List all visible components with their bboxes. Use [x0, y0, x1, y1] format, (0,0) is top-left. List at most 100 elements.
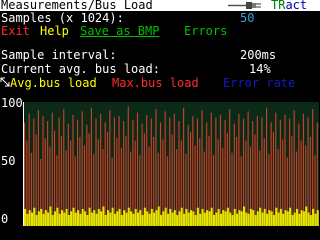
avg-load-bar — [33, 207, 36, 226]
save-as-bmp-button[interactable]: Save as BMP — [80, 25, 159, 38]
avg-load-bar — [192, 211, 195, 226]
max-load-bar — [270, 122, 272, 226]
avg-load-bar — [67, 215, 70, 226]
avg-load-bar — [44, 210, 47, 226]
avg-load-bar — [229, 212, 232, 226]
avg-load-bar — [208, 211, 211, 226]
avg-load-bar — [298, 213, 301, 226]
max-load-bar — [86, 124, 88, 226]
max-load-bar — [67, 123, 69, 226]
avg-load-bar — [245, 212, 248, 226]
avg-load-bar — [206, 210, 209, 226]
avg-load-bar — [185, 208, 188, 226]
avg-load-bar — [219, 213, 222, 226]
avg-load-bar — [194, 215, 197, 226]
sample-interval-value[interactable]: 200ms — [240, 49, 276, 62]
avg-load-bar — [201, 208, 204, 226]
current-load-label: Current avg. bus load: — [1, 62, 160, 76]
avg-load-bar — [183, 213, 186, 226]
sample-interval-label: Sample interval: — [1, 48, 117, 62]
avg-load-bar — [134, 208, 137, 226]
chart-plot — [23, 102, 319, 226]
max-load-bar — [224, 119, 226, 226]
avg-load-bar — [263, 208, 266, 226]
max-load-bar — [173, 113, 175, 226]
max-load-bar — [298, 123, 300, 226]
avg-load-bar — [109, 212, 112, 226]
bus-load-chart: 100 50 0 — [0, 92, 320, 240]
avg-load-bar — [309, 215, 312, 226]
max-load-bar — [171, 134, 173, 226]
legend-error-rate[interactable]: Error rate — [223, 77, 295, 90]
max-load-bar — [113, 117, 116, 226]
max-load-bar — [109, 110, 111, 226]
help-button[interactable]: Help — [40, 25, 69, 38]
avg-load-bar — [49, 206, 52, 226]
avg-load-bar — [222, 210, 225, 226]
avg-load-bar — [97, 208, 100, 226]
samples-value[interactable]: 50 — [240, 12, 254, 25]
max-load-bar — [146, 114, 148, 226]
avg-load-bar — [164, 207, 167, 226]
avg-load-bar — [153, 212, 156, 226]
avg-load-bar — [65, 208, 68, 226]
avg-load-bar — [74, 212, 77, 226]
avg-load-bar — [123, 210, 126, 226]
max-load-bar — [37, 110, 39, 226]
avg-load-bar — [26, 213, 29, 226]
avg-load-bar — [24, 208, 27, 226]
max-load-bar — [282, 139, 284, 226]
legend-avg-bus-load[interactable]: Avg.bus load — [10, 77, 97, 90]
avg-load-bar — [162, 211, 165, 226]
max-load-bar — [312, 108, 314, 226]
avg-load-bar — [93, 210, 96, 226]
max-load-bar — [125, 135, 127, 226]
max-load-bar — [136, 112, 139, 226]
avg-load-bar — [35, 215, 38, 226]
avg-load-bar — [254, 215, 257, 226]
avg-load-bar — [259, 207, 262, 226]
avg-load-bar — [113, 213, 116, 226]
max-load-bar — [265, 107, 268, 226]
avg-load-bar — [83, 211, 86, 226]
exit-button[interactable]: Exit — [1, 25, 30, 38]
max-load-bar — [183, 107, 185, 226]
avg-load-bar — [293, 212, 296, 226]
avg-load-bar — [307, 212, 310, 226]
legend-max-bus-load[interactable]: Max.bus load — [112, 77, 199, 90]
logo-text-act: act — [285, 0, 308, 12]
max-load-bar — [261, 117, 263, 226]
max-load-bar — [302, 113, 305, 226]
avg-load-bar — [272, 215, 275, 226]
avg-load-bar — [79, 213, 82, 226]
errors-button[interactable]: Errors — [184, 25, 227, 38]
avg-load-bar — [146, 211, 149, 226]
avg-load-bar — [125, 212, 128, 226]
avg-load-bar — [40, 208, 43, 226]
avg-load-bar — [314, 213, 317, 226]
avg-load-bar — [236, 213, 239, 226]
avg-load-bar — [176, 215, 179, 226]
avg-load-bar — [102, 206, 105, 226]
avg-load-bar — [42, 213, 45, 226]
avg-load-bar — [60, 210, 63, 226]
avg-load-bar — [238, 210, 241, 226]
avg-load-bar — [104, 215, 107, 226]
max-load-bar — [58, 117, 60, 226]
avg-load-bar — [132, 213, 135, 226]
avg-load-bar — [289, 207, 292, 226]
avg-load-bar — [150, 208, 153, 226]
avg-load-bar — [275, 207, 278, 226]
max-load-bar — [192, 116, 194, 226]
max-load-bar — [90, 107, 92, 226]
avg-load-bar — [169, 208, 172, 226]
max-load-bar — [28, 113, 30, 226]
avg-load-bar — [302, 211, 305, 226]
avg-load-bar — [316, 210, 319, 226]
avg-load-bar — [90, 212, 93, 226]
avg-load-bar — [187, 212, 190, 226]
max-load-bar — [284, 114, 286, 226]
avg-load-bar — [173, 210, 176, 226]
max-load-bar — [309, 136, 311, 226]
avg-load-bar — [118, 208, 121, 226]
